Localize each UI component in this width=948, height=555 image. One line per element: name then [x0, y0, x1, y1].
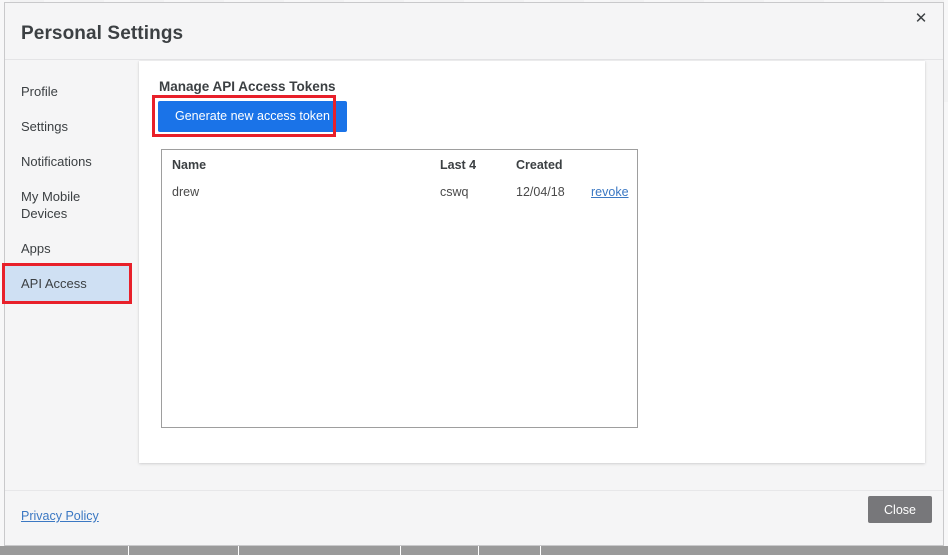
dialog-header: Personal Settings ✕ — [5, 3, 943, 59]
cell-token-action: revoke — [591, 180, 637, 205]
table-row: drew cswq 12/04/18 revoke — [162, 180, 637, 205]
sidebar-item-label: My Mobile Devices — [21, 189, 81, 221]
window-bottom-bar — [0, 546, 948, 555]
sidebar-item-settings[interactable]: Settings — [5, 109, 129, 144]
sidebar-item-my-mobile-devices[interactable]: My Mobile Devices — [5, 179, 91, 231]
content-area: Manage API Access Tokens Generate new ac… — [129, 60, 943, 490]
privacy-policy-link[interactable]: Privacy Policy — [21, 509, 99, 523]
sidebar-item-label: Apps — [21, 241, 51, 256]
tokens-table-container: Name Last 4 Created drew cswq 12/04/18 r… — [161, 149, 638, 428]
column-header-created: Created — [516, 158, 563, 172]
column-header-last4: Last 4 — [440, 158, 477, 172]
page-root: Personal Settings ✕ Profile Settings Not… — [0, 0, 948, 555]
revoke-token-link[interactable]: revoke — [591, 185, 629, 199]
cell-token-name: drew — [172, 185, 200, 199]
generate-new-access-token-button[interactable]: Generate new access token — [158, 101, 347, 132]
card-title: Manage API Access Tokens — [159, 79, 336, 94]
cell-token-created: 12/04/18 — [516, 185, 565, 199]
generate-button-wrap: Generate new access token — [158, 101, 347, 132]
sidebar-item-notifications[interactable]: Notifications — [5, 144, 129, 179]
dialog-title: Personal Settings — [21, 23, 184, 44]
sidebar-item-label: Notifications — [21, 154, 92, 169]
dialog-body: Profile Settings Notifications My Mobile… — [2, 59, 943, 490]
tokens-table-head: Name Last 4 Created — [162, 150, 637, 180]
column-header-action — [591, 150, 637, 180]
tokens-table-body: drew cswq 12/04/18 revoke — [162, 180, 637, 205]
settings-sidebar: Profile Settings Notifications My Mobile… — [2, 60, 132, 490]
cell-token-last4: cswq — [440, 185, 469, 199]
sidebar-item-api-access[interactable]: API Access — [2, 263, 132, 304]
table-header-row: Name Last 4 Created — [162, 150, 637, 180]
dialog-footer: Privacy Policy Close — [5, 490, 943, 545]
tokens-table: Name Last 4 Created drew cswq 12/04/18 r… — [162, 150, 637, 205]
sidebar-item-label: Settings — [21, 119, 68, 134]
sidebar-item-label: API Access — [21, 276, 87, 291]
personal-settings-dialog: Personal Settings ✕ Profile Settings Not… — [2, 2, 944, 546]
sidebar-item-label: Profile — [21, 84, 58, 99]
api-tokens-card: Manage API Access Tokens Generate new ac… — [139, 61, 925, 463]
close-button[interactable]: Close — [868, 496, 932, 523]
close-x-icon[interactable]: ✕ — [910, 8, 932, 30]
sidebar-item-profile[interactable]: Profile — [5, 74, 129, 109]
column-header-name: Name — [172, 158, 207, 172]
sidebar-item-apps[interactable]: Apps — [5, 231, 129, 266]
